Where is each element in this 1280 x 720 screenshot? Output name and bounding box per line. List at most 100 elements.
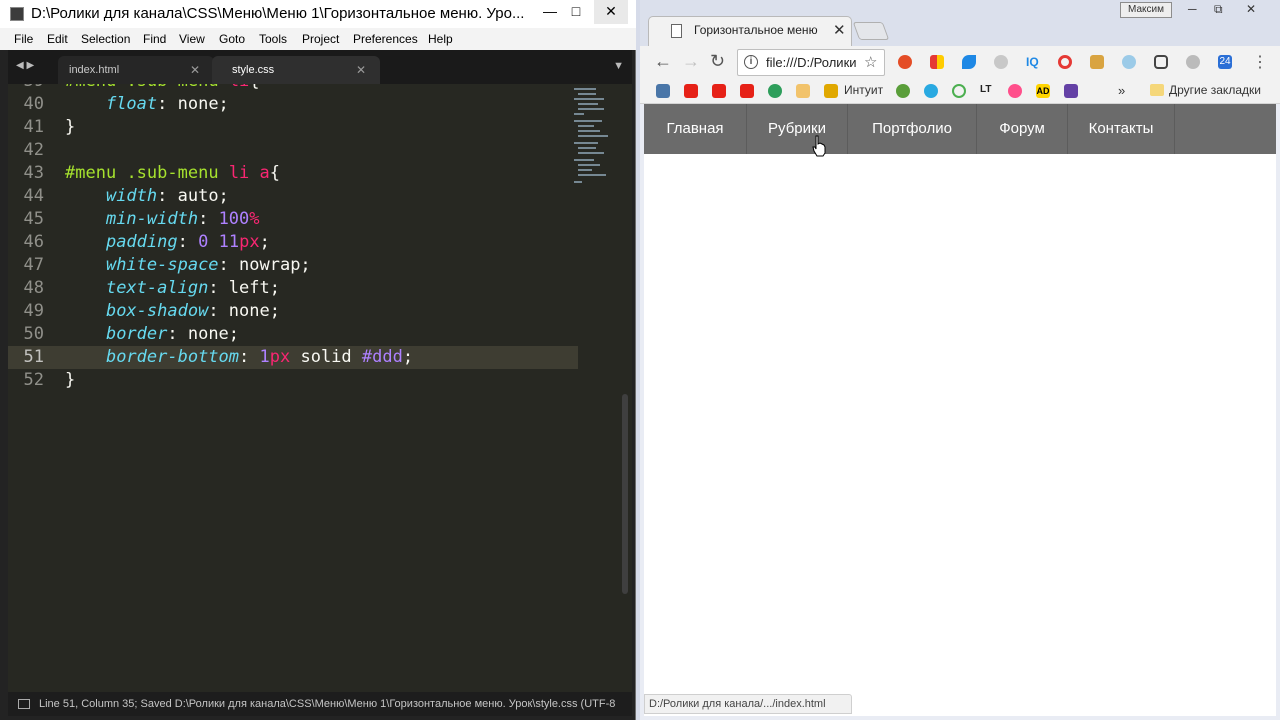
menu-selection[interactable]: Selection: [81, 28, 130, 50]
youtube-bookmark-icon[interactable]: [740, 84, 754, 98]
badge-extension-icon[interactable]: 24: [1218, 55, 1232, 69]
youtube-bookmark-icon[interactable]: [712, 84, 726, 98]
bookmark-icon[interactable]: [952, 84, 966, 98]
more-bookmarks-button[interactable]: »: [1118, 83, 1125, 98]
bookmarks-bar: Интуит LT AD » Другие закладки: [640, 78, 1280, 104]
code-line: 48 text-align: left;: [23, 278, 280, 298]
intuit-bookmark-icon[interactable]: [824, 84, 838, 98]
code-line: 45 min-width: 100%: [23, 209, 260, 229]
code-line: 52}: [23, 370, 76, 390]
code-line: 49 box-shadow: none;: [23, 301, 280, 321]
code-line: 43 #menu .sub-menu li a{: [23, 163, 281, 183]
intuit-bookmark[interactable]: Интуит: [844, 83, 883, 97]
horizontal-menu: Главная Рубрики Портфолио Форум Контакты: [644, 104, 1276, 154]
menu-project[interactable]: Project: [302, 28, 339, 50]
code-line: 40 float: none;: [23, 94, 229, 114]
new-tab-button[interactable]: [852, 22, 890, 40]
tab-close-icon[interactable]: ✕: [833, 21, 846, 39]
tab-index-html[interactable]: index.html ✕: [58, 56, 214, 84]
sublime-tab-bar: ◀ ▶ index.html ✕ style.css ✕ ▼: [8, 50, 632, 84]
reload-icon[interactable]: ↻: [710, 51, 725, 72]
sublime-status-bar: Line 51, Column 35; Saved D:\Ролики для …: [8, 692, 632, 716]
iq-extension-icon[interactable]: IQ: [1026, 55, 1040, 69]
menu-tools[interactable]: Tools: [259, 28, 287, 50]
address-bar[interactable]: i file:///D:/Ролики ☆: [737, 49, 885, 76]
extension-icon[interactable]: [1186, 55, 1200, 69]
chrome-menu-icon[interactable]: ⋮: [1252, 52, 1268, 72]
youtube-bookmark-icon[interactable]: [684, 84, 698, 98]
extension-icon[interactable]: [898, 55, 912, 69]
sublime-window: D:\Ролики для канала\CSS\Меню\Меню 1\Гор…: [0, 0, 636, 720]
menu-preferences[interactable]: Preferences: [353, 28, 418, 50]
tab-label: style.css: [232, 64, 275, 76]
extension-icon[interactable]: [1154, 55, 1168, 69]
chrome-tab-strip: Горизонтальное меню ✕ Максим ─ ⧉ ✕: [640, 0, 1280, 46]
menu-file[interactable]: File: [14, 28, 33, 50]
maximize-icon[interactable]: □: [566, 0, 586, 24]
folder-icon: [1150, 84, 1164, 96]
browser-tab[interactable]: Горизонтальное меню ✕: [648, 16, 852, 46]
tab-style-css[interactable]: style.css ✕: [212, 56, 380, 84]
minimap[interactable]: [570, 84, 620, 194]
extension-icon[interactable]: [1122, 55, 1136, 69]
menu-edit[interactable]: Edit: [47, 28, 68, 50]
code-line: 50 border: none;: [23, 324, 240, 344]
url-text: file:///D:/Ролики: [766, 55, 857, 70]
nav-item-forum[interactable]: Форум: [977, 104, 1067, 154]
restore-icon[interactable]: ⧉: [1214, 2, 1223, 17]
nav-item-home[interactable]: Главная: [644, 104, 746, 154]
nav-item-portfolio[interactable]: Портфолио: [848, 104, 976, 154]
hand-cursor-icon: [812, 135, 826, 157]
minimize-icon[interactable]: ─: [1188, 2, 1197, 16]
close-icon[interactable]: ✕: [1246, 2, 1256, 16]
sublime-app-icon: [10, 7, 24, 21]
page-icon: [671, 24, 682, 38]
nav-item-rubrics[interactable]: Рубрики: [747, 104, 847, 154]
vk-bookmark-icon[interactable]: [656, 84, 670, 98]
twitch-bookmark-icon[interactable]: [1064, 84, 1078, 98]
bookmark-star-icon[interactable]: ☆: [864, 53, 877, 71]
sublime-title-bar: D:\Ролики для канала\CSS\Меню\Меню 1\Гор…: [0, 0, 636, 28]
bookmark-icon[interactable]: [796, 84, 810, 98]
status-panel-icon[interactable]: [18, 699, 30, 709]
tab-close-icon[interactable]: ✕: [356, 56, 366, 84]
close-icon[interactable]: ✕: [594, 0, 628, 24]
code-editor[interactable]: 39#menu .sub-menu li{ 40 float: none; 41…: [8, 84, 632, 692]
profile-button[interactable]: Максим: [1120, 2, 1172, 18]
back-icon[interactable]: ←: [654, 51, 672, 72]
bookmark-icon[interactable]: [1008, 84, 1022, 98]
extension-icon[interactable]: [994, 55, 1008, 69]
code-line: 41}: [23, 117, 76, 137]
info-icon[interactable]: i: [744, 55, 758, 69]
code-line: 46 padding: 0 11px;: [23, 232, 270, 252]
code-line: 39#menu .sub-menu li{: [8, 84, 578, 93]
other-bookmarks[interactable]: Другие закладки: [1169, 83, 1261, 97]
code-line: 42: [23, 140, 44, 160]
extension-icon[interactable]: [930, 55, 944, 69]
lt-bookmark-icon[interactable]: LT: [980, 84, 994, 98]
bookmark-icon[interactable]: [896, 84, 910, 98]
minimize-icon[interactable]: —: [540, 0, 560, 24]
sublime-window-title: D:\Ролики для канала\CSS\Меню\Меню 1\Гор…: [31, 5, 525, 22]
tabs-dropdown-icon[interactable]: ▼: [613, 60, 624, 72]
bookmark-icon[interactable]: [768, 84, 782, 98]
extension-icon[interactable]: [962, 55, 976, 69]
menu-find[interactable]: Find: [143, 28, 166, 50]
status-text: Line 51, Column 35; Saved D:\Ролики для …: [39, 698, 616, 710]
bookmark-icon[interactable]: [924, 84, 938, 98]
menu-view[interactable]: View: [179, 28, 205, 50]
nav-item-contacts[interactable]: Контакты: [1068, 104, 1174, 154]
tab-nav-arrows-icon[interactable]: ◀ ▶: [16, 60, 34, 71]
opera-icon[interactable]: [1058, 55, 1072, 69]
tab-close-icon[interactable]: ✕: [190, 56, 200, 84]
status-bubble: D:/Ролики для канала/.../index.html: [644, 694, 852, 714]
code-line: 44 width: auto;: [23, 186, 229, 206]
menu-help[interactable]: Help: [428, 28, 453, 50]
menu-goto[interactable]: Goto: [219, 28, 245, 50]
ad-bookmark-icon[interactable]: AD: [1036, 84, 1050, 98]
forward-icon[interactable]: →: [682, 51, 700, 72]
code-line-current: 51 border-bottom: 1px solid #ddd;: [8, 346, 578, 369]
sublime-menu-bar: File Edit Selection Find View Goto Tools…: [0, 28, 636, 50]
extension-icon[interactable]: [1090, 55, 1104, 69]
editor-scrollbar[interactable]: [622, 394, 628, 594]
